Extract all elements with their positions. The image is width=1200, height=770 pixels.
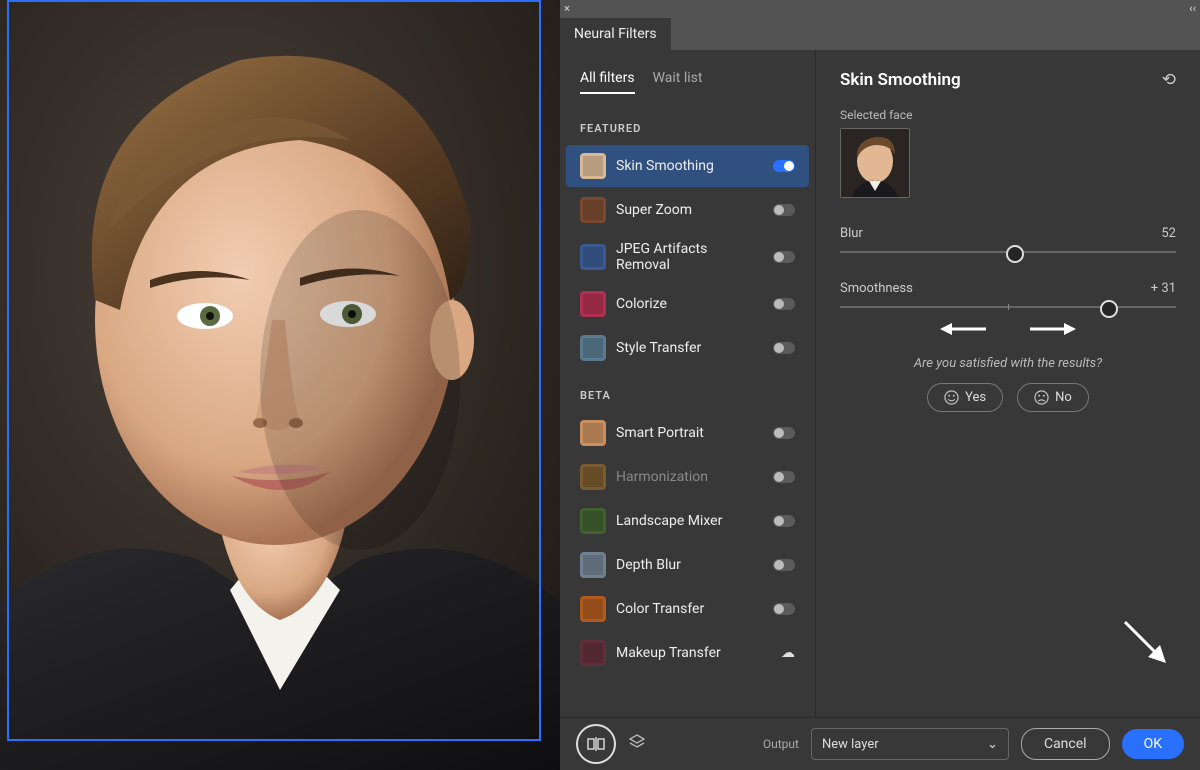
filter-thumb: [580, 244, 606, 270]
filter-item[interactable]: Skin Smoothing: [566, 145, 809, 187]
filter-title: Skin Smoothing: [840, 70, 961, 90]
slider-blur-value: 52: [1161, 226, 1176, 241]
filter-toggle[interactable]: [773, 251, 795, 263]
section-beta: BETA: [560, 371, 815, 410]
filter-thumb: [580, 464, 606, 490]
filter-toggle[interactable]: [773, 427, 795, 439]
filter-toggle[interactable]: [773, 471, 795, 483]
output-label: Output: [763, 737, 799, 751]
document-canvas[interactable]: [0, 0, 560, 770]
filter-toggle[interactable]: [773, 559, 795, 571]
filter-label: Smart Portrait: [616, 425, 763, 441]
cloud-download-icon[interactable]: ☁: [781, 645, 795, 661]
filter-label: Depth Blur: [616, 557, 763, 573]
filter-label: Skin Smoothing: [616, 158, 763, 174]
panel-footer: Output New layer ⌄ Cancel OK: [560, 717, 1200, 770]
filter-thumb: [580, 197, 606, 223]
filter-thumb: [580, 153, 606, 179]
tab-neural-filters[interactable]: Neural Filters: [560, 18, 671, 50]
feedback-yes-button[interactable]: Yes: [927, 383, 1003, 412]
slider-smoothness-value: + 31: [1151, 281, 1176, 296]
filter-list-pane: All filters Wait list FEATURED Skin Smoo…: [560, 50, 815, 717]
filter-toggle[interactable]: [773, 603, 795, 615]
smile-icon: [944, 390, 959, 405]
chevron-down-icon: ⌄: [987, 737, 998, 752]
filter-toggle[interactable]: [773, 515, 795, 527]
filter-item[interactable]: Makeup Transfer ☁: [566, 632, 809, 674]
output-dropdown[interactable]: New layer ⌄: [811, 728, 1009, 760]
arrow-right-icon: [1028, 322, 1076, 336]
subtab-all-filters[interactable]: All filters: [580, 70, 635, 94]
section-featured: FEATURED: [560, 104, 815, 143]
filter-thumb: [580, 508, 606, 534]
filter-thumb: [580, 552, 606, 578]
filter-item[interactable]: Depth Blur: [566, 544, 809, 586]
before-after-button[interactable]: [576, 724, 616, 764]
slider-smoothness-label: Smoothness: [840, 281, 913, 296]
slider-smoothness-track[interactable]: [840, 306, 1176, 308]
filter-label: Super Zoom: [616, 202, 763, 218]
filter-item[interactable]: Harmonization: [566, 456, 809, 498]
selected-face-label: Selected face: [840, 108, 1176, 122]
layers-icon[interactable]: [628, 733, 646, 755]
reset-icon[interactable]: ⟲: [1162, 70, 1176, 90]
slider-blur-track[interactable]: [840, 251, 1176, 253]
filter-item[interactable]: Colorize: [566, 283, 809, 325]
collapse-icon[interactable]: ‹‹: [1189, 2, 1196, 15]
output-dropdown-value: New layer: [822, 737, 879, 752]
arrow-left-icon: [940, 322, 988, 336]
subtab-wait-list[interactable]: Wait list: [653, 70, 703, 94]
filter-settings-pane: Skin Smoothing ⟲ Selected face Blur 52: [815, 50, 1200, 717]
feedback-no-label: No: [1055, 390, 1072, 405]
filter-label: Style Transfer: [616, 340, 763, 356]
annotation-arrow-icon: [1120, 617, 1170, 671]
slider-blur-label: Blur: [840, 226, 863, 241]
compare-icon: [587, 735, 605, 753]
filter-toggle[interactable]: [773, 298, 795, 310]
filter-toggle[interactable]: [773, 342, 795, 354]
frown-icon: [1034, 390, 1049, 405]
filter-label: Colorize: [616, 296, 763, 312]
filter-label: Landscape Mixer: [616, 513, 763, 529]
filter-thumb: [580, 596, 606, 622]
filter-thumb: [580, 335, 606, 361]
filter-label: Makeup Transfer: [616, 645, 771, 661]
panel-tabbar: Neural Filters: [560, 18, 1200, 50]
filter-toggle[interactable]: [773, 204, 795, 216]
feedback-question: Are you satisfied with the results?: [840, 356, 1176, 371]
filter-thumb: [580, 420, 606, 446]
filter-toggle[interactable]: [773, 160, 795, 172]
filter-item[interactable]: Smart Portrait: [566, 412, 809, 454]
filter-item[interactable]: JPEG Artifacts Removal: [566, 233, 809, 281]
cancel-button[interactable]: Cancel: [1021, 728, 1110, 760]
panel-titlebar: × ‹‹: [560, 0, 1200, 18]
filter-label: JPEG Artifacts Removal: [616, 241, 763, 273]
filter-item[interactable]: Super Zoom: [566, 189, 809, 231]
slider-blur-handle[interactable]: [1006, 245, 1024, 263]
ok-button[interactable]: OK: [1122, 729, 1184, 759]
close-icon[interactable]: ×: [564, 2, 570, 15]
selected-face-thumb[interactable]: [840, 128, 910, 198]
feedback-no-button[interactable]: No: [1017, 383, 1089, 412]
filter-thumb: [580, 640, 606, 666]
portrait-image: [0, 0, 560, 770]
filter-item[interactable]: Landscape Mixer: [566, 500, 809, 542]
slider-smoothness-handle[interactable]: [1100, 300, 1118, 318]
filter-thumb: [580, 291, 606, 317]
filter-item[interactable]: Style Transfer: [566, 327, 809, 369]
feedback-yes-label: Yes: [965, 390, 986, 405]
filter-item[interactable]: Color Transfer: [566, 588, 809, 630]
filter-label: Harmonization: [616, 469, 763, 485]
filter-label: Color Transfer: [616, 601, 763, 617]
